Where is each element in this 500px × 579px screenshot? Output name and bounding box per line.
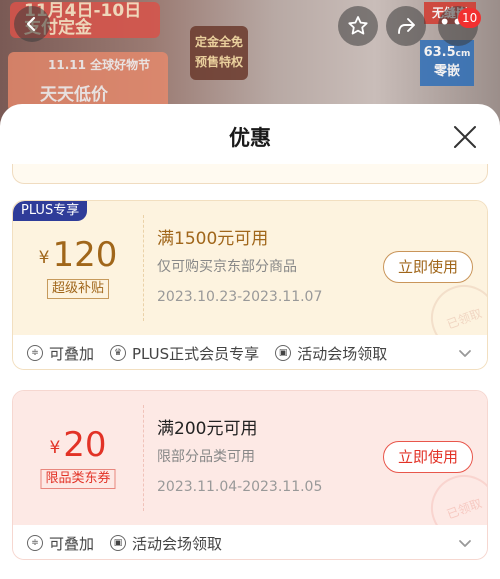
coupon-type-tag: 超级补贴 — [46, 279, 110, 299]
coupon-condition: 满200元可用 — [157, 419, 258, 439]
currency-symbol: ¥ — [38, 248, 50, 268]
size-label: 63.5cm 零嵌 — [420, 40, 474, 86]
amount-value: 120 — [52, 235, 118, 275]
star-icon — [348, 16, 368, 35]
coupon-amount: ¥120 — [13, 235, 143, 275]
chevron-down-icon[interactable] — [457, 345, 473, 361]
previous-coupon-edge — [12, 164, 488, 184]
ticket-icon: ▣ — [275, 345, 292, 361]
coupon-features: ≑ 可叠加 ▣ 活动会场领取 — [13, 525, 487, 559]
coupon-type-tag: 限品类东券 — [40, 469, 116, 489]
coupon-sheet: 优惠 ¥120 超级补贴 满1500元可用 仅可购买京东部分商品 2023.10… — [0, 104, 500, 579]
coupon-card-category: ¥20 限品类东券 满200元可用 限部分品类可用 2023.11.04-202… — [12, 390, 488, 560]
use-now-button[interactable]: 立即使用 — [383, 251, 473, 283]
privilege-tag-line1: 定金全免 — [194, 35, 243, 49]
coupon-info: 满200元可用 限部分品类可用 2023.11.04-2023.11.05 — [157, 417, 322, 497]
coupon-amount: ¥20 — [13, 425, 143, 465]
plus-exclusive-badge: PLUS专享 — [13, 201, 88, 221]
feature-label: 活动会场领取 — [297, 344, 388, 363]
coupon-card-plus: ¥120 超级补贴 满1500元可用 仅可购买京东部分商品 2023.10.23… — [12, 200, 488, 370]
favorite-button[interactable] — [338, 6, 378, 46]
coupon-condition: 满1500元可用 — [157, 229, 269, 249]
close-icon — [454, 126, 476, 148]
sale-banner: 11.11 全球好物节 天天低价 — [8, 52, 168, 112]
chevron-left-icon — [26, 16, 36, 32]
coupon-body: ¥20 限品类东券 满200元可用 限部分品类可用 2023.11.04-202… — [13, 391, 487, 551]
coupon-value-area: ¥120 超级补贴 — [13, 201, 143, 335]
coupon-validity: 2023.11.04-2023.11.05 — [157, 479, 323, 495]
amount-value: 20 — [63, 425, 107, 465]
presale-privilege-tag: 定金全免 预售特权 — [190, 26, 248, 80]
size-unit: cm — [455, 49, 471, 59]
message-badge: 10 — [458, 8, 482, 28]
feature-label: 活动会场领取 — [132, 534, 223, 553]
feature-label: 可叠加 — [49, 344, 95, 363]
coupon-value-area: ¥20 限品类东券 — [13, 391, 143, 525]
feature-label: 可叠加 — [49, 534, 95, 553]
size-value: 63.5 — [423, 45, 456, 60]
share-icon — [398, 18, 415, 34]
use-now-button[interactable]: 立即使用 — [383, 441, 473, 473]
back-button[interactable] — [14, 6, 50, 42]
coupon-scope: 仅可购买京东部分商品 — [157, 259, 297, 275]
coupon-scope: 限部分品类可用 — [157, 449, 255, 465]
feature-event-claim: ▣ 活动会场领取 — [110, 533, 222, 554]
currency-symbol: ¥ — [49, 438, 61, 458]
stack-icon: ≑ — [27, 535, 43, 551]
stack-icon: ≑ — [27, 345, 43, 361]
coupon-info: 满1500元可用 仅可购买京东部分商品 2023.10.23-2023.11.0… — [157, 227, 322, 307]
sale-banner-title: 11.11 全球好物节 — [48, 58, 151, 72]
share-button[interactable] — [386, 6, 426, 46]
coupon-features: ≑ 可叠加 ♛ PLUS正式会员专享 ▣ 活动会场领取 — [13, 335, 487, 369]
crown-icon: ♛ — [110, 345, 127, 361]
coupon-divider — [143, 405, 144, 511]
sale-banner-slogan: 天天低价 — [40, 85, 108, 105]
privilege-tag-line2: 预售特权 — [194, 55, 243, 69]
feature-event-claim: ▣ 活动会场领取 — [275, 343, 387, 364]
ticket-icon: ▣ — [110, 535, 127, 551]
feature-stackable: ≑ 可叠加 — [27, 533, 94, 554]
coupon-divider — [143, 215, 144, 321]
feature-label: PLUS正式会员专享 — [132, 344, 260, 363]
feature-plus-member: ♛ PLUS正式会员专享 — [110, 343, 259, 364]
feature-stackable: ≑ 可叠加 — [27, 343, 94, 364]
coupon-validity: 2023.10.23-2023.11.07 — [157, 289, 323, 305]
close-button[interactable] — [450, 122, 480, 152]
coupon-body: ¥120 超级补贴 满1500元可用 仅可购买京东部分商品 2023.10.23… — [13, 201, 487, 361]
chevron-down-icon[interactable] — [457, 535, 473, 551]
sheet-title: 优惠 — [229, 126, 271, 150]
size-caption: 零嵌 — [433, 64, 460, 79]
